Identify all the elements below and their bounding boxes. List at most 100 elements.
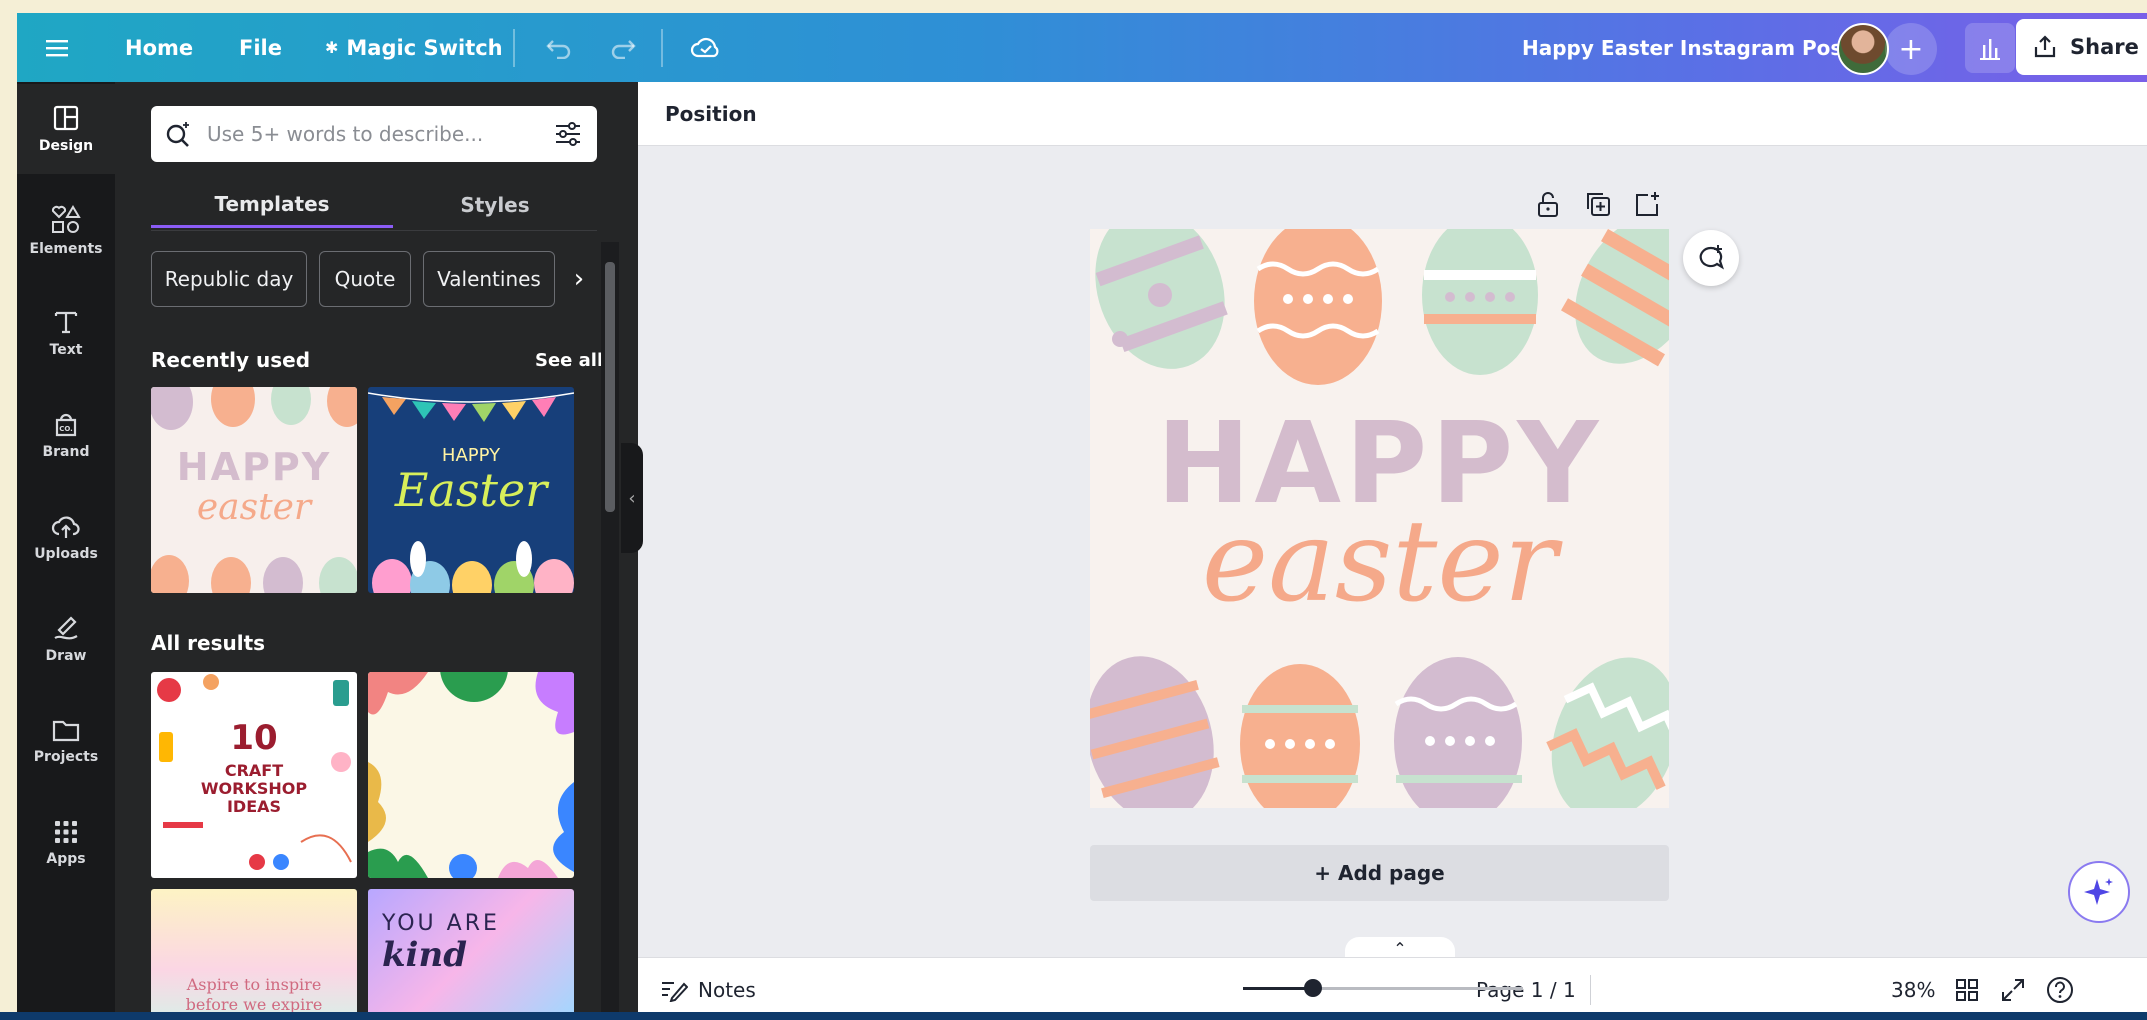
chevron-right-icon[interactable]: › — [559, 251, 599, 307]
chip-quote[interactable]: Quote — [319, 251, 411, 307]
brand-icon: CO. — [55, 413, 77, 437]
thumb-text-you-are: YOU ARE — [382, 911, 500, 936]
notes-pen-icon — [662, 981, 688, 1002]
sparkle-icon: ✱ — [325, 38, 339, 57]
rail-label: Elements — [29, 241, 103, 257]
grid-view-icon[interactable] — [1954, 958, 1980, 1020]
magic-switch-label: Magic Switch — [346, 35, 503, 60]
search-input[interactable]: Use 5+ words to describe... — [207, 122, 483, 146]
magic-search-icon — [166, 122, 189, 147]
fullscreen-icon[interactable] — [2000, 958, 2026, 1020]
user-avatar[interactable] — [1837, 23, 1889, 75]
template-thumbnail[interactable]: 10 CRAFT WORKSHOP IDEAS — [151, 672, 357, 878]
rail-item-design[interactable]: Design — [17, 84, 115, 174]
chevron-up-icon[interactable]: ⌃ — [1345, 937, 1455, 959]
rail-item-brand[interactable]: CO. Brand — [17, 390, 115, 480]
rail-item-uploads[interactable]: Uploads — [17, 492, 115, 582]
rail-item-elements[interactable]: Elements — [17, 186, 115, 276]
thumb-text-kind: kind — [382, 935, 467, 975]
rail-item-draw[interactable]: Draw — [17, 594, 115, 684]
collapse-panel-chevron-icon[interactable]: ‹ — [621, 443, 643, 553]
zoom-slider-fill — [1243, 987, 1313, 990]
artwork-text-easter[interactable]: easter — [1090, 497, 1669, 627]
thumb-text-happy: HAPPY — [176, 445, 332, 489]
shapes-icon — [51, 205, 81, 233]
thumb-line: Aspire to inspire — [186, 975, 322, 994]
design-canvas[interactable]: HAPPY easter — [1090, 229, 1669, 808]
help-icon[interactable] — [2046, 958, 2074, 1020]
rail-label: Brand — [42, 444, 90, 460]
document-title[interactable]: Happy Easter Instagram Post — [1522, 13, 1852, 82]
templates-panel: Use 5+ words to describe... Templates St… — [115, 82, 638, 1020]
template-search-box[interactable]: Use 5+ words to describe... — [151, 106, 597, 162]
unlock-icon[interactable] — [1533, 189, 1563, 219]
rail-item-projects[interactable]: Projects — [17, 696, 115, 786]
add-page-icon[interactable] — [1633, 189, 1663, 219]
tab-styles[interactable]: Styles — [393, 182, 597, 228]
template-thumbnail[interactable] — [368, 672, 574, 878]
cloud-saved-icon[interactable] — [685, 13, 727, 82]
share-upload-icon — [2034, 35, 2056, 58]
template-thumbnail[interactable]: Aspire to inspire before we expire — [151, 889, 357, 1020]
window-bottom-strip — [0, 1012, 2147, 1020]
canva-editor: Home File ✱ Magic Switch Happy Easter In… — [17, 13, 2147, 1020]
pen-icon — [54, 616, 78, 640]
share-button[interactable]: Share — [2016, 19, 2147, 75]
page-tools — [1533, 189, 1663, 219]
rail-item-apps[interactable]: Apps — [17, 798, 115, 888]
add-page-button[interactable]: + Add page — [1090, 845, 1669, 901]
notes-button[interactable]: Notes — [660, 958, 756, 1020]
top-bar: Home File ✱ Magic Switch Happy Easter In… — [17, 13, 2147, 82]
template-thumbnail[interactable]: HAPPY Easter — [368, 387, 574, 593]
zoom-slider-handle[interactable] — [1304, 979, 1322, 997]
panel-tabs: Templates Styles — [151, 182, 597, 232]
magic-assistant-sparkle-icon[interactable] — [2068, 861, 2130, 923]
rail-label: Text — [49, 342, 83, 358]
undo-icon[interactable] — [539, 13, 579, 82]
template-preview-image — [368, 672, 574, 878]
rail-item-text[interactable]: Text — [17, 288, 115, 378]
chip-republic-day[interactable]: Republic day — [151, 251, 307, 307]
layout-icon — [53, 105, 79, 131]
rail-label: Design — [38, 138, 94, 154]
divider — [1590, 975, 1591, 1005]
template-thumbnail[interactable]: YOU ARE kind — [368, 889, 574, 1020]
svg-text:CO.: CO. — [59, 425, 73, 433]
magic-switch-button[interactable]: ✱ Magic Switch — [325, 13, 503, 82]
insights-chart-icon[interactable] — [1965, 23, 2015, 73]
divider — [661, 29, 663, 67]
text-icon — [54, 311, 78, 334]
thumb-text-craft: CRAFT WORKSHOP IDEAS — [151, 762, 357, 816]
rail-label: Projects — [33, 749, 99, 765]
filter-sliders-icon[interactable] — [553, 120, 583, 148]
template-thumbnail[interactable]: HAPPY easter — [151, 387, 357, 593]
side-rail: Design Elements Text CO. Brand Uploads D… — [17, 82, 115, 1020]
home-menu[interactable]: Home — [125, 13, 193, 82]
rail-label: Uploads — [34, 546, 98, 562]
thumb-text-easter: easter — [196, 487, 312, 528]
thumb-text-aspire: Aspire to inspire before we expire — [151, 975, 357, 1015]
redo-icon[interactable] — [603, 13, 643, 82]
thumb-text-number: 10 — [230, 718, 278, 758]
panel-scrollbar-thumb[interactable] — [605, 262, 615, 512]
invite-plus-icon[interactable]: + — [1885, 23, 1937, 75]
rail-label: Apps — [46, 851, 86, 867]
add-comment-icon[interactable] — [1683, 230, 1739, 286]
chip-valentines[interactable]: Valentines — [423, 251, 555, 307]
thumb-line: WORKSHOP — [200, 779, 308, 798]
see-all-link[interactable]: See all — [535, 350, 603, 371]
zoom-percentage[interactable]: 38% — [1891, 958, 1935, 1020]
tab-templates[interactable]: Templates — [151, 182, 393, 228]
thumb-text-easter: Easter — [394, 463, 548, 517]
position-button[interactable]: Position — [665, 82, 757, 146]
share-label: Share — [2070, 35, 2139, 59]
rail-label: Draw — [45, 648, 87, 664]
tab-underline — [151, 230, 597, 231]
file-menu[interactable]: File — [239, 13, 282, 82]
hamburger-menu-icon[interactable] — [39, 13, 75, 82]
context-toolbar: Position — [638, 82, 2147, 146]
grid-icon — [55, 821, 77, 843]
thumb-line: IDEAS — [226, 797, 282, 816]
upload-cloud-icon — [51, 516, 80, 538]
duplicate-page-icon[interactable] — [1583, 189, 1613, 219]
